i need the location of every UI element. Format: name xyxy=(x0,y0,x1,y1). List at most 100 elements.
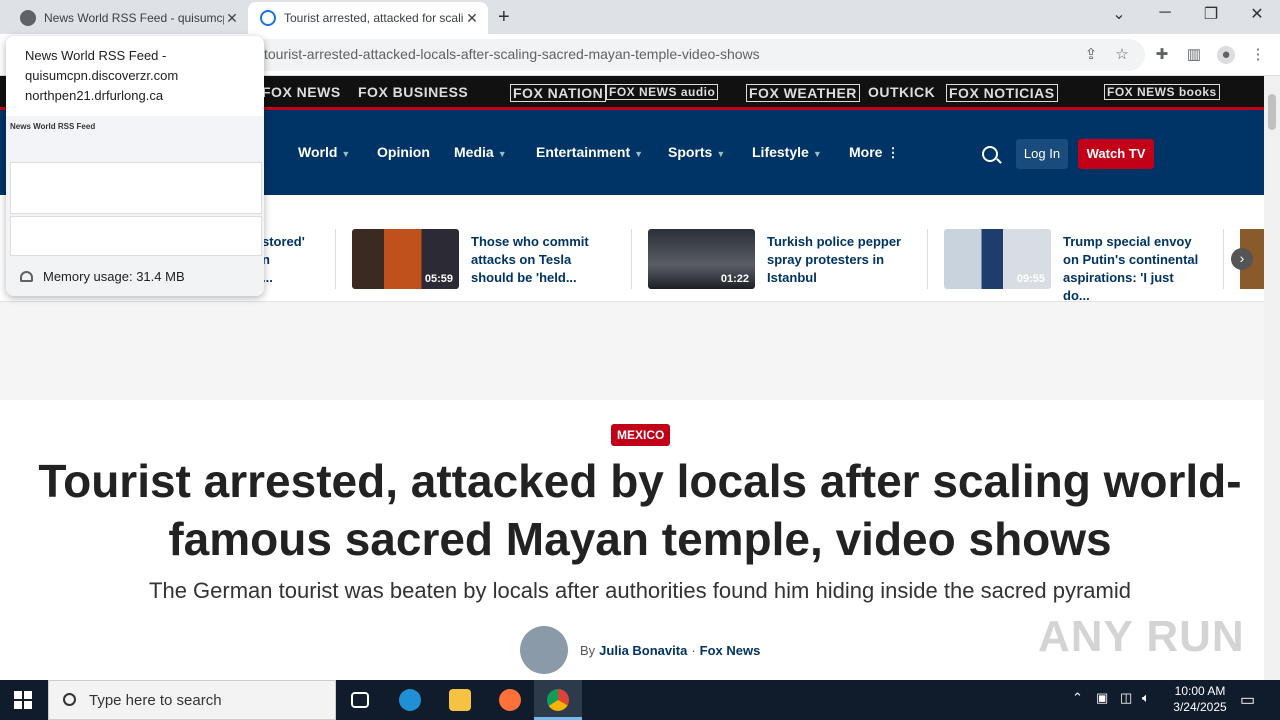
search-icon xyxy=(63,693,76,706)
volume-icon[interactable]: 🔈︎ xyxy=(1142,690,1150,706)
new-tab-icon[interactable]: + xyxy=(498,6,510,29)
edge-icon[interactable] xyxy=(386,680,434,720)
preview-heading: News World RSS Feed xyxy=(10,122,96,131)
video-duration: 01:22 xyxy=(720,273,749,285)
memory-usage: Memory usage: 31.4 MB xyxy=(6,258,264,296)
author-avatar[interactable] xyxy=(520,626,568,674)
video-caption[interactable]: Those who commit attacks on Tesla should… xyxy=(471,233,611,287)
url-field[interactable]: tourist-arrested-attacked-locals-after-s… xyxy=(250,39,1145,71)
login-button[interactable]: Log In xyxy=(1016,139,1068,169)
brand-link[interactable]: FOX WEATHER xyxy=(746,84,860,102)
extensions-icon[interactable]: ✚ xyxy=(1153,46,1171,64)
brand-link[interactable]: FOX NATION xyxy=(510,84,607,102)
restore-icon[interactable]: ❐ xyxy=(1196,4,1226,24)
close-tab-icon[interactable]: ✕ xyxy=(224,10,240,27)
tab-article[interactable]: Tourist arrested, attacked for scaling s… xyxy=(248,2,488,34)
video-thumbnail[interactable]: 05:59 xyxy=(352,229,459,289)
preview-card xyxy=(10,162,262,214)
bookmark-star-icon[interactable]: ☆ xyxy=(1113,46,1131,64)
chevron-down-icon: ▼ xyxy=(812,149,822,159)
close-window-icon[interactable]: ✕ xyxy=(1242,4,1272,24)
nav-label: Lifestyle xyxy=(752,144,809,160)
brand-link[interactable]: OUTKICK xyxy=(868,84,935,100)
nav-label: Sports xyxy=(668,144,713,160)
chevron-down-icon: ▼ xyxy=(497,149,507,159)
tab-search-icon[interactable]: ⌄ xyxy=(1104,4,1134,24)
brand-link[interactable]: FOX NOTICIAS xyxy=(946,84,1058,102)
byline-separator: · xyxy=(691,642,696,658)
source-name[interactable]: Fox News xyxy=(700,643,761,658)
chrome-icon[interactable] xyxy=(534,680,582,720)
divider xyxy=(631,229,632,289)
chevron-down-icon: ▼ xyxy=(341,149,351,159)
system-clock[interactable]: 10:00 AM 3/24/2025 xyxy=(1160,683,1240,715)
video-caption-line: n xyxy=(262,252,270,267)
windows-start-icon[interactable] xyxy=(14,691,32,709)
side-panel-icon[interactable]: ▥ xyxy=(1185,46,1203,64)
author-name[interactable]: Julia Bonavita xyxy=(599,643,687,658)
profile-icon[interactable]: ● xyxy=(1217,46,1235,64)
video-duration: 05:59 xyxy=(424,273,453,285)
video-caption-line: ... xyxy=(262,270,273,285)
preview-card xyxy=(10,216,262,256)
nav-label: Opinion xyxy=(377,144,430,160)
nav-sports[interactable]: Sports ▼ xyxy=(668,144,725,160)
task-view-icon[interactable] xyxy=(336,680,384,720)
network-icon[interactable]: ▣ xyxy=(1096,690,1108,706)
scrollbar-thumb[interactable] xyxy=(1268,94,1276,130)
brand-link[interactable]: FOX BUSINESS xyxy=(358,84,468,100)
brand-link[interactable]: FOX NEWS books xyxy=(1104,84,1220,100)
search-icon[interactable] xyxy=(982,146,998,162)
divider xyxy=(335,229,336,289)
memory-gauge-icon xyxy=(20,271,33,282)
anyrun-watermark: ANY RUN xyxy=(1038,612,1245,661)
memory-text: Memory usage: 31.4 MB xyxy=(43,269,185,284)
tray-chevron-icon[interactable]: ⌃ xyxy=(1072,690,1083,706)
nav-media[interactable]: Media ▼ xyxy=(454,144,507,160)
nav-lifestyle[interactable]: Lifestyle ▼ xyxy=(752,144,822,160)
byline-by: By xyxy=(580,642,596,658)
nav-label: More xyxy=(849,144,883,160)
chevron-down-icon: ▼ xyxy=(716,149,726,159)
hover-host: northpen21.drfurlong.ca xyxy=(25,88,164,103)
divider xyxy=(927,229,928,289)
video-caption[interactable]: Turkish police pepper spray protesters i… xyxy=(767,233,907,287)
video-thumbnail[interactable]: 01:22 xyxy=(648,229,755,289)
brand-link[interactable]: FOX NEWS xyxy=(262,84,341,100)
nav-world[interactable]: World ▼ xyxy=(298,144,350,160)
video-caption[interactable]: Trump special envoy on Putin's continent… xyxy=(1063,233,1203,305)
tab-rss-feed[interactable]: News World RSS Feed - quisumcpn.discover… xyxy=(8,2,248,34)
brand-link[interactable]: FOX NEWS audio xyxy=(606,84,719,100)
minimize-icon[interactable]: ─ xyxy=(1150,4,1180,22)
clock-date: 3/24/2025 xyxy=(1173,700,1227,714)
byline: By Julia Bonavita · Fox News xyxy=(520,626,764,674)
nav-opinion[interactable]: Opinion xyxy=(377,144,430,160)
nav-more[interactable]: More ⋮ xyxy=(849,144,899,161)
category-badge[interactable]: MEXICO xyxy=(611,424,671,446)
tab-title: News World RSS Feed - quisumcpn.discover… xyxy=(44,11,224,25)
share-icon[interactable]: ⇪ xyxy=(1082,46,1100,64)
nav-entertainment[interactable]: Entertainment ▼ xyxy=(536,144,643,160)
page-scrollbar[interactable] xyxy=(1264,76,1280,680)
taskbar-search[interactable]: Type here to search xyxy=(48,680,336,720)
nav-label: World xyxy=(298,144,338,160)
tab-title: Tourist arrested, attacked for scaling s… xyxy=(284,11,464,25)
article-subheadline: The German tourist was beaten by locals … xyxy=(149,578,1131,603)
ad-space xyxy=(0,302,1264,400)
video-thumbnail[interactable]: 09:55 xyxy=(944,229,1051,289)
clock-time: 10:00 AM xyxy=(1174,684,1226,698)
nav-label: Entertainment xyxy=(536,144,631,160)
globe-icon xyxy=(20,10,36,26)
firefox-icon[interactable] xyxy=(486,680,534,720)
loading-icon xyxy=(260,10,276,26)
watch-tv-button[interactable]: Watch TV xyxy=(1078,139,1154,169)
close-tab-icon[interactable]: ✕ xyxy=(464,10,480,27)
chevron-down-icon: ▼ xyxy=(634,149,644,159)
menu-kebab-icon[interactable]: ⋮ xyxy=(1249,46,1267,64)
file-explorer-icon[interactable] xyxy=(436,680,484,720)
carousel-next-icon[interactable]: › xyxy=(1231,248,1253,270)
hover-title: News World RSS Feed - quisumcpn.discover… xyxy=(25,48,179,83)
video-duration: 09:55 xyxy=(1016,273,1045,285)
wifi-icon[interactable]: ◫ xyxy=(1120,690,1132,706)
notification-icon[interactable]: ▭ xyxy=(1240,690,1255,710)
